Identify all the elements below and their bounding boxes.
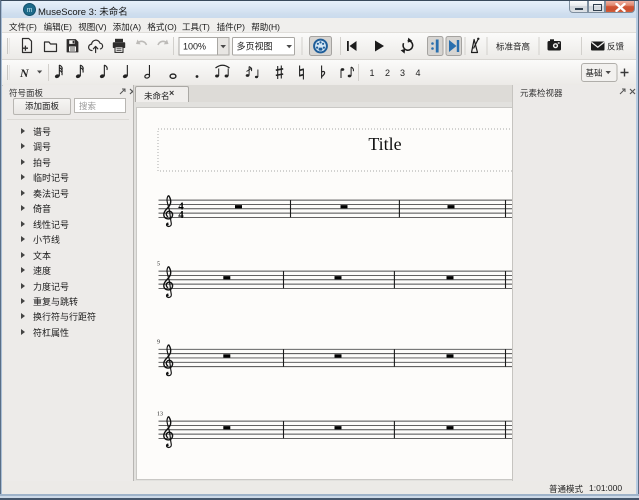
svg-text:多页视图: 多页视图: [237, 41, 273, 52]
svg-text:Title: Title: [368, 134, 401, 154]
svg-text:5: 5: [157, 262, 160, 268]
svg-text:基础: 基础: [586, 68, 603, 78]
svg-text:4: 4: [178, 209, 184, 221]
svg-text:100%: 100%: [183, 42, 206, 52]
svg-text:9: 9: [157, 340, 160, 346]
svg-text:13: 13: [157, 412, 163, 418]
svg-text:1: 1: [370, 68, 375, 78]
svg-text:N: N: [19, 66, 30, 80]
svg-text:m: m: [27, 7, 33, 14]
svg-text:3: 3: [400, 68, 405, 78]
svg-text:反馈: 反馈: [607, 42, 625, 52]
svg-text:标准音高: 标准音高: [496, 42, 530, 52]
svg-text:2: 2: [385, 68, 390, 78]
svg-text:4: 4: [416, 68, 421, 78]
